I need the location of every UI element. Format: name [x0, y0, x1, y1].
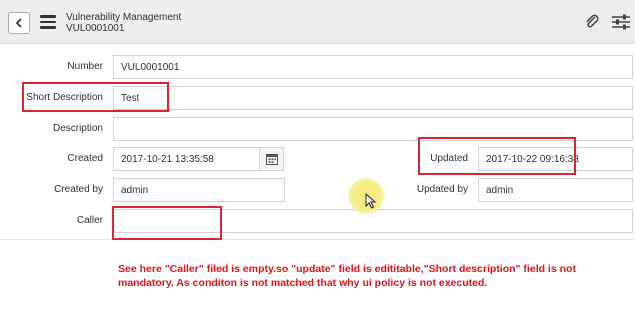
- record-id: VUL0001001: [66, 23, 125, 34]
- created-by-label: Created by: [54, 184, 103, 195]
- highlight-short-description: [22, 82, 169, 112]
- mouse-pointer-icon: [365, 193, 377, 209]
- description-label: Description: [52, 123, 103, 134]
- highlight-updated: [418, 137, 576, 175]
- record-header: Vulnerability Management VUL0001001: [0, 0, 635, 44]
- annotation-line-2: mandatory. As conditon is not matched th…: [118, 277, 488, 289]
- sliders-icon[interactable]: [611, 13, 631, 31]
- caller-label: Caller: [76, 215, 103, 226]
- created-field[interactable]: 2017-10-21 13:35:58: [113, 147, 260, 171]
- calendar-icon: [265, 153, 278, 165]
- annotation-note: See here "Caller" filed is empty.so "upd…: [118, 262, 628, 290]
- annotation-line-1: See here "Caller" filed is empty.so "upd…: [118, 263, 576, 275]
- hamburger-icon[interactable]: [40, 15, 56, 29]
- record-title-block: Vulnerability Management VUL0001001: [66, 12, 181, 34]
- chevron-left-icon: [15, 18, 22, 28]
- paperclip-icon[interactable]: [584, 14, 600, 30]
- updated-by-label: Updated by: [416, 184, 468, 195]
- module-title: Vulnerability Management: [66, 12, 182, 23]
- form-divider: [0, 239, 635, 240]
- back-button[interactable]: [8, 12, 30, 34]
- short-description-field[interactable]: Test: [113, 86, 633, 110]
- created-label: Created: [67, 153, 103, 164]
- created-by-field[interactable]: admin: [113, 178, 285, 202]
- calendar-button[interactable]: [260, 147, 284, 171]
- number-label: Number: [67, 61, 103, 72]
- number-field[interactable]: VUL0001001: [113, 55, 633, 79]
- highlight-caller: [112, 206, 222, 240]
- updated-by-field[interactable]: admin: [478, 178, 633, 202]
